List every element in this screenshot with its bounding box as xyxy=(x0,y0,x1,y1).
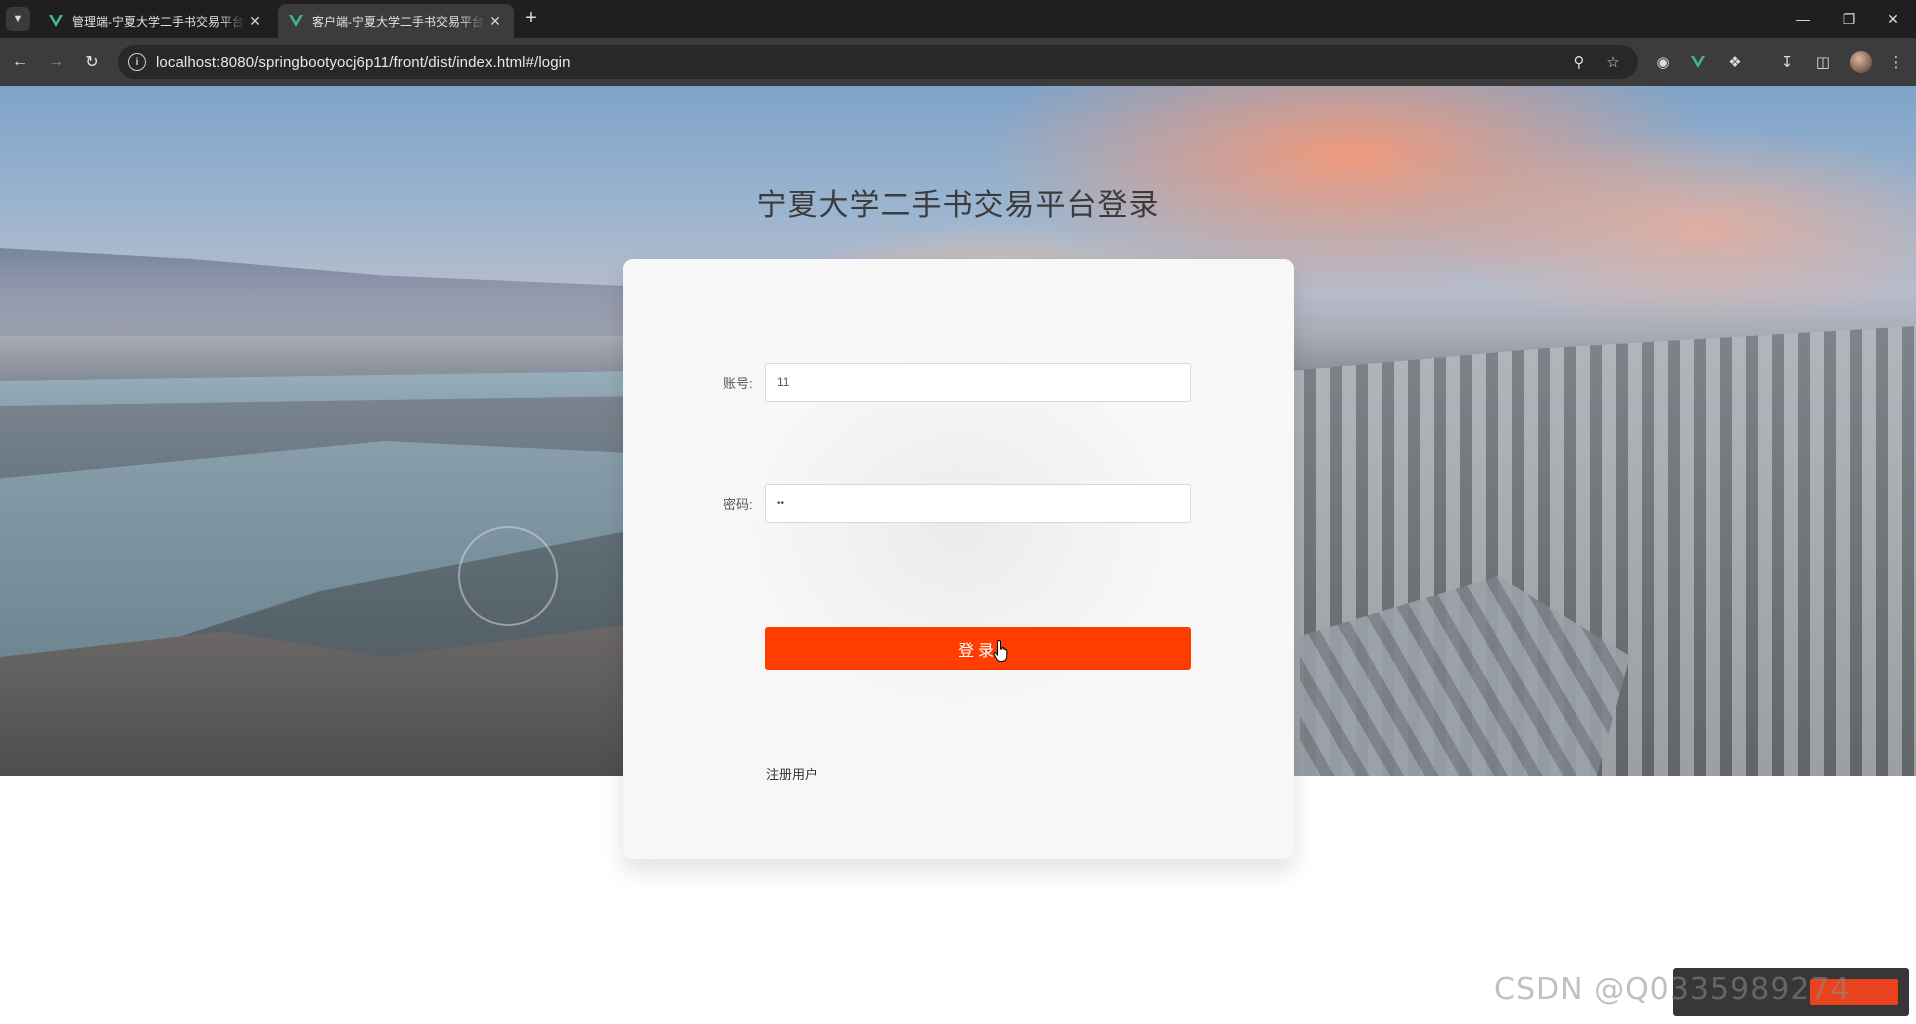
page-title: 宁夏大学二手书交易平台登录 xyxy=(756,189,1160,222)
login-form-card xyxy=(623,259,1294,859)
tab-client[interactable]: 客户端-宁夏大学二手书交易平台 ✕ xyxy=(278,4,514,38)
tab-title: 客户端-宁夏大学二手书交易平台 xyxy=(312,14,484,29)
password-label: 密码: xyxy=(723,497,753,512)
close-icon[interactable]: ✕ xyxy=(486,13,504,30)
profile-avatar[interactable] xyxy=(1850,51,1872,73)
account-label: 账号: xyxy=(723,376,753,391)
forward-button[interactable]: → xyxy=(44,50,68,74)
register-link[interactable]: 注册用户 xyxy=(766,764,818,783)
download-icon[interactable]: ↧ xyxy=(1775,50,1799,74)
vue-devtools-icon[interactable] xyxy=(1686,50,1710,74)
csdn-watermark: CSDN @Q0335989274 xyxy=(1494,972,1851,1007)
browser-toolbar: ← → ↻ i localhost:8080/springbootyocj6p1… xyxy=(0,38,1916,86)
account-input[interactable]: 11 xyxy=(765,363,1191,402)
info-icon[interactable]: i xyxy=(128,53,146,71)
close-window-button[interactable]: ✕ xyxy=(1870,0,1916,38)
puzzle-icon[interactable]: ❖ xyxy=(1723,50,1747,74)
back-button[interactable]: ← xyxy=(8,50,32,74)
incognito-extension-icon[interactable]: ◉ xyxy=(1651,50,1675,74)
side-panel-icon[interactable]: ◫ xyxy=(1811,50,1835,74)
tab-strip: ▼ 管理端-宁夏大学二手书交易平台 ✕ 客户端-宁夏大学二手书交易平台 ✕ + … xyxy=(0,0,1916,38)
url-text[interactable]: localhost:8080/springbootyocj6p11/front/… xyxy=(156,54,571,71)
hand-cursor-icon xyxy=(993,639,1008,662)
arrow-left-icon: ← xyxy=(12,53,28,70)
new-tab-button[interactable]: + xyxy=(520,8,542,30)
address-bar[interactable]: i localhost:8080/springbootyocj6p11/fron… xyxy=(118,45,1638,79)
reload-button[interactable]: ↻ xyxy=(80,50,104,74)
reload-icon: ↻ xyxy=(85,54,99,71)
vue-logo-icon xyxy=(289,15,303,27)
tab-title: 管理端-宁夏大学二手书交易平台 xyxy=(72,14,244,29)
arrow-right-icon: → xyxy=(48,53,64,70)
vue-logo-icon xyxy=(49,15,63,27)
key-icon[interactable]: ⚲ xyxy=(1570,53,1588,71)
star-icon[interactable]: ☆ xyxy=(1604,53,1622,71)
more-menu-icon[interactable]: ⋮ xyxy=(1884,50,1908,74)
login-button[interactable]: 登录 xyxy=(765,627,1191,670)
password-input[interactable]: •• xyxy=(765,484,1191,523)
close-icon[interactable]: ✕ xyxy=(246,13,264,30)
minimize-button[interactable]: — xyxy=(1780,0,1826,38)
tab-search-button[interactable]: ▼ xyxy=(6,7,30,31)
restore-button[interactable]: ❐ xyxy=(1826,0,1872,38)
chevron-down-icon: ▼ xyxy=(12,13,24,25)
tab-admin[interactable]: 管理端-宁夏大学二手书交易平台 ✕ xyxy=(38,4,274,38)
